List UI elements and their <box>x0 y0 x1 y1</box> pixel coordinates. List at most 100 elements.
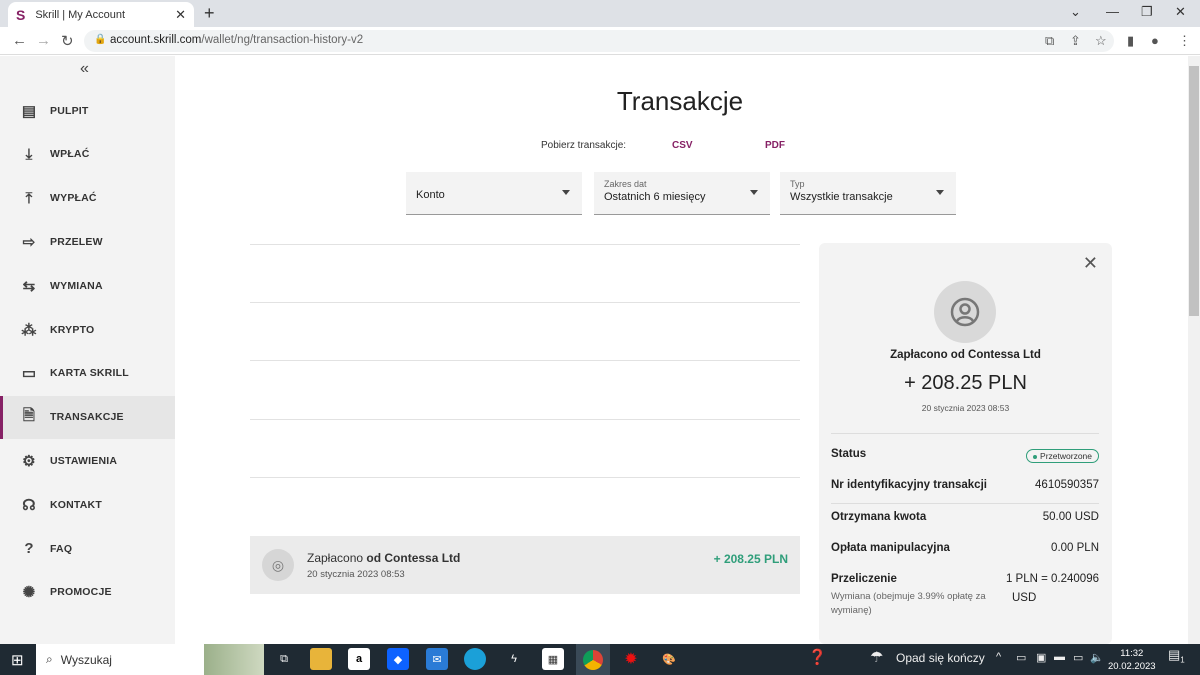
tab-title: Skrill | My Account <box>35 8 126 21</box>
sidebar-item-wpłać[interactable]: ⤓ WPŁAĆ <box>0 133 175 176</box>
sidebar-item-faq[interactable]: ? FAQ <box>0 527 175 570</box>
browser-tab[interactable]: S Skrill | My Account ✕ <box>8 2 194 27</box>
network-app-icon[interactable]: ▣ <box>1036 651 1046 664</box>
weather-icon[interactable]: ☂ <box>870 648 883 666</box>
sidebar-item-kontakt[interactable]: ☊ KONTAKT <box>0 483 175 526</box>
sidepanel-icon[interactable]: ▮ <box>1127 33 1134 49</box>
card-icon: ▭ <box>21 365 37 383</box>
close-window-button[interactable]: ✕ <box>1175 4 1186 20</box>
amazon-icon[interactable]: a <box>348 648 370 670</box>
status-badge: Przetworzone <box>1026 449 1099 463</box>
sidebar-item-przelew[interactable]: ⇨ PRZELEW <box>0 220 175 263</box>
download-csv-link[interactable]: CSV <box>672 140 693 151</box>
chrome-icon[interactable] <box>576 644 610 675</box>
url-host: account.skrill.com <box>110 34 202 46</box>
conversion-currency: USD <box>1012 592 1037 604</box>
sidebar-item-transakcje[interactable]: 🗎 TRANSAKCJE <box>0 395 175 439</box>
taskbar-search[interactable]: ⌕ Wyszukaj <box>36 644 264 675</box>
volume-icon[interactable]: 🔈 <box>1090 651 1104 664</box>
date-range-value: Ostatnich 6 miesięcy <box>604 191 706 203</box>
collapse-sidebar-icon[interactable]: « <box>80 60 89 78</box>
menu-icon[interactable]: ⋮ <box>1178 33 1191 49</box>
lock-icon: 🔒 <box>94 34 107 45</box>
battery-icon[interactable]: ▬ <box>1054 651 1065 663</box>
task-view-icon[interactable]: ⧉ <box>273 648 295 670</box>
download-pdf-link[interactable]: PDF <box>765 140 785 151</box>
sidebar-item-ustawienia[interactable]: ⚙ USTAWIENIA <box>0 439 175 482</box>
store-icon[interactable]: ▦ <box>542 648 564 670</box>
date: 20.02.2023 <box>1108 661 1156 672</box>
conversion-value: 1 PLN = 0.240096 <box>1005 573 1099 585</box>
transfer-icon: ⇨ <box>22 233 36 251</box>
date-range-dropdown[interactable]: Zakres dat Ostatnich 6 miesięcy <box>594 172 770 215</box>
maximize-button[interactable]: ❐ <box>1141 4 1153 20</box>
account-value: Konto <box>416 189 445 201</box>
share-icon[interactable]: ⇪ <box>1070 33 1081 49</box>
sidebar-item-promocje[interactable]: ✺ PROMOCJE <box>0 571 175 614</box>
bookmark-star-icon[interactable]: ☆ <box>1095 33 1107 49</box>
fee-value: 0.00 PLN <box>1051 542 1099 554</box>
network-icon[interactable]: ▭ <box>1073 651 1083 664</box>
sidebar-item-label: KONTAKT <box>50 498 102 511</box>
meet-icon[interactable]: ▭ <box>1016 651 1026 664</box>
id-label: Nr identyfikacyjny transakcji <box>831 479 987 491</box>
sidebar-item-label: PULPIT <box>50 104 89 117</box>
new-tab-button[interactable]: + <box>204 3 215 24</box>
weather-text[interactable]: Opad się kończy <box>896 651 985 665</box>
sidebar-item-pulpit[interactable]: ▤ PULPIT <box>0 89 175 132</box>
status-value: Przetworzone <box>1040 451 1092 461</box>
conversion-note: Wymiana (obejmuje 3.99% opłatę za wymian… <box>831 591 986 616</box>
transaction-details-panel: ✕ Zapłacono od Contessa Ltd + 208.25 PLN… <box>819 243 1112 644</box>
search-icon: ⌕ <box>46 652 53 666</box>
deposit-icon: ⤓ <box>25 145 33 163</box>
details-date: 20 stycznia 2023 08:53 <box>921 403 1010 413</box>
sidebar-item-label: WYPŁAĆ <box>50 192 97 205</box>
minimize-button[interactable]: — <box>1106 4 1119 19</box>
received-value: 50.00 USD <box>1042 511 1099 523</box>
notifications-icon[interactable]: ▤1 <box>1168 647 1185 665</box>
reload-icon[interactable]: ↻ <box>61 32 74 50</box>
clock[interactable]: 11:32 20.02.2023 <box>1108 647 1156 673</box>
sidebar-item-karta-skrill[interactable]: ▭ KARTA SKRILL <box>0 352 175 395</box>
file-explorer-icon[interactable] <box>310 648 332 670</box>
windows-start-icon[interactable]: ⊞ <box>11 651 24 669</box>
gear-icon: ⚙ <box>22 452 36 470</box>
edge-icon[interactable] <box>464 648 486 670</box>
mail-icon[interactable]: ✉ <box>426 648 448 670</box>
forward-icon[interactable]: → <box>36 32 51 49</box>
document-icon: 🗎 <box>22 406 36 424</box>
sidebar-item-label: KARTA SKRILL <box>50 367 129 380</box>
received-label: Otrzymana kwota <box>831 511 927 523</box>
translate-icon[interactable]: ⧉ <box>1045 33 1054 49</box>
sidebar-item-wymiana[interactable]: ⇆ WYMIANA <box>0 264 175 307</box>
close-tab-icon[interactable]: ✕ <box>175 7 186 23</box>
paint-icon[interactable]: 🎨 <box>658 648 680 670</box>
tab-search-icon[interactable]: ⌄ <box>1070 4 1081 20</box>
sidebar-item-wypłać[interactable]: ⤒ WYPŁAĆ <box>0 177 175 220</box>
app-icon[interactable]: ϟ <box>503 648 525 670</box>
id-value: 4610590357 <box>1035 479 1099 491</box>
user-avatar-icon: ◎ <box>262 549 294 581</box>
crypto-icon: ⁂ <box>21 321 37 339</box>
scrollbar-thumb[interactable] <box>1189 66 1199 316</box>
type-dropdown[interactable]: Typ Wszystkie transakcje <box>780 172 956 215</box>
date-range-label: Zakres dat <box>604 179 647 189</box>
dropbox-icon[interactable]: ◆ <box>387 648 409 670</box>
account-dropdown[interactable]: Konto <box>406 172 582 215</box>
tray-expand-icon[interactable]: ^ <box>996 651 1001 663</box>
skrill-logo: S <box>16 6 26 23</box>
sidebar-item-label: PRZELEW <box>50 235 103 248</box>
sidebar-item-krypto[interactable]: ⁂ KRYPTO <box>0 308 175 351</box>
notification-count: 1 <box>1180 655 1185 665</box>
sidebar-item-label: PROMOCJE <box>50 586 112 599</box>
transaction-row[interactable]: ◎ Zapłacono od Contessa Ltd 20 stycznia … <box>250 536 800 594</box>
help-icon[interactable]: ❓ <box>808 648 827 666</box>
dashboard-icon: ▤ <box>21 102 37 120</box>
page-title: Transakcje <box>616 86 744 116</box>
app-icon[interactable]: ✹ <box>620 648 642 670</box>
back-icon[interactable]: ← <box>12 32 27 49</box>
close-icon[interactable]: ✕ <box>1083 253 1098 274</box>
profile-icon[interactable]: ● <box>1151 33 1159 48</box>
divider <box>250 302 800 303</box>
url-input[interactable]: 🔒 account.skrill.com/wallet/ng/transactio… <box>84 30 1114 52</box>
